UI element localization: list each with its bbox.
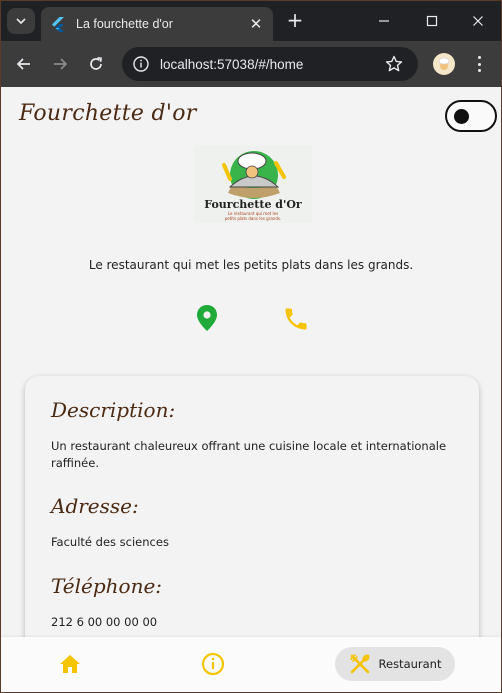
flutter-favicon-icon (52, 17, 64, 32)
minimize-icon (379, 20, 389, 22)
url-text[interactable]: localhost:57038/#/home (160, 57, 384, 72)
phone-icon[interactable] (282, 305, 310, 333)
home-icon (60, 655, 80, 673)
chevron-down-icon (16, 18, 26, 25)
arrow-right-icon (54, 58, 68, 70)
info-icon (201, 652, 225, 676)
info-card: Description: Un restaurant chaleureux of… (25, 376, 479, 676)
maximize-icon (426, 15, 438, 27)
nav-info[interactable] (199, 647, 227, 681)
address-bar[interactable]: localhost:57038/#/home (122, 47, 418, 81)
phone-text: 212 6 00 00 00 00 (51, 615, 158, 629)
close-icon (473, 16, 483, 26)
restaurant-logo: Fourchette d'Or Le restaurant qui met le… (194, 145, 312, 223)
tab-title: La fourchette d'or (76, 17, 173, 31)
tab-search-button[interactable] (7, 8, 35, 34)
reload-icon (90, 56, 102, 70)
close-tab-icon[interactable]: ✕ (245, 15, 267, 33)
site-info-icon[interactable] (132, 55, 150, 73)
description-text: Un restaurant chaleureux offrant une cui… (51, 439, 447, 470)
profile-avatar[interactable] (433, 53, 455, 75)
description-title: Description: (51, 398, 176, 422)
tab-bar: La fourchette d'or ✕ + (1, 1, 501, 41)
browser-menu-button[interactable] (471, 54, 487, 74)
close-window-button[interactable] (461, 7, 495, 35)
logo-title: Fourchette d'Or (204, 198, 302, 211)
address-title: Adresse: (51, 494, 139, 518)
nav-restaurant-label: Restaurant (378, 657, 442, 671)
reload-button[interactable] (84, 52, 108, 76)
new-tab-button[interactable]: + (285, 10, 305, 30)
app-page: Fourchette d'or Fourchette d'Or Le resta… (1, 87, 501, 692)
nav-home[interactable] (56, 647, 84, 681)
logo-subtitle-line2: petits plats dans les grands. (225, 216, 282, 221)
browser-tab[interactable]: La fourchette d'or ✕ (41, 7, 273, 41)
bookmark-star-icon[interactable] (384, 54, 404, 74)
theme-toggle[interactable] (445, 100, 497, 132)
browser-toolbar: localhost:57038/#/home (1, 41, 501, 87)
forward-button[interactable] (48, 52, 72, 76)
address-text: Faculté des sciences (51, 535, 169, 549)
chef-avatar-icon (438, 57, 450, 70)
arrow-left-icon (16, 58, 30, 70)
bottom-navigation: Restaurant (1, 637, 501, 692)
toggle-knob (454, 109, 469, 124)
browser-window: La fourchette d'or ✕ + localhost:57038/#… (0, 0, 502, 693)
app-brand-title: Fourchette d'or (19, 101, 197, 126)
maximize-button[interactable] (415, 7, 449, 35)
location-pin-icon[interactable] (195, 304, 219, 332)
tagline: Le restaurant qui met les petits plats d… (88, 258, 414, 272)
phone-title: Téléphone: (51, 574, 163, 598)
restaurant-cutlery-icon (349, 654, 370, 674)
back-button[interactable] (12, 52, 36, 76)
nav-restaurant[interactable]: Restaurant (335, 647, 455, 681)
minimize-button[interactable] (367, 7, 401, 35)
